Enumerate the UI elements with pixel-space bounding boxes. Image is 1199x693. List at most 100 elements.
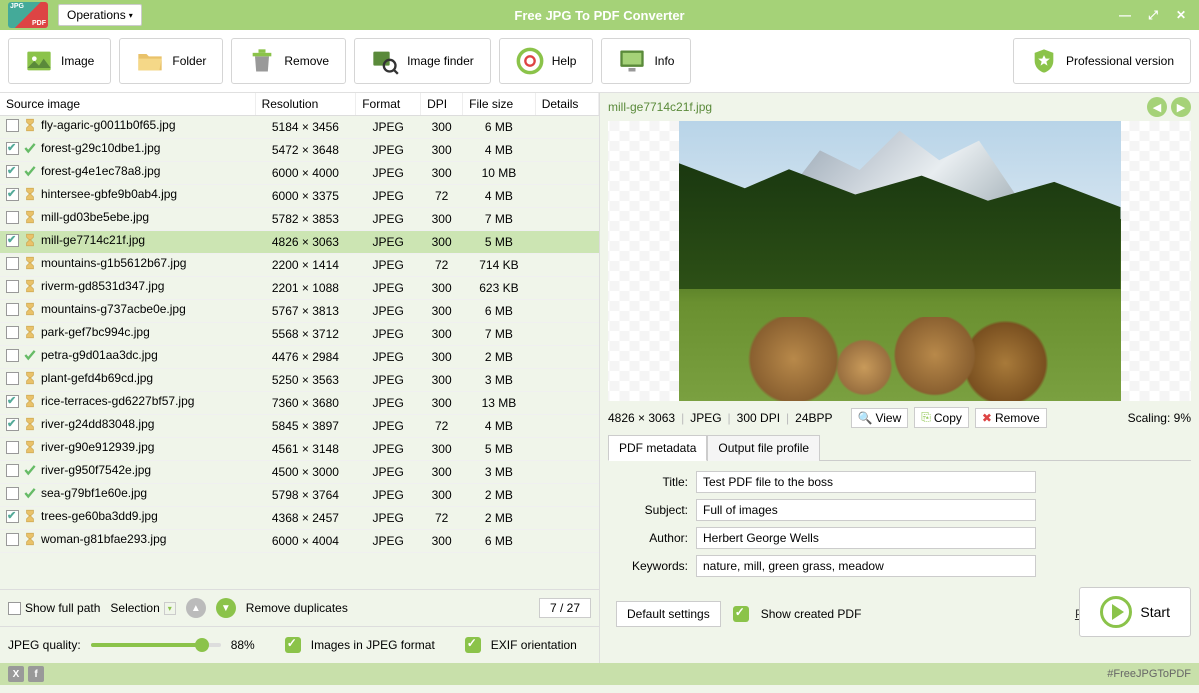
col-format[interactable]: Format — [356, 93, 421, 116]
keywords-input[interactable] — [696, 555, 1036, 577]
row-checkbox[interactable] — [6, 372, 19, 385]
row-checkbox[interactable] — [6, 188, 19, 201]
hourglass-icon — [23, 187, 37, 201]
twitter-icon[interactable]: X — [8, 666, 24, 682]
move-up-button[interactable]: ▲ — [186, 598, 206, 618]
row-checkbox[interactable] — [6, 165, 19, 178]
hourglass-icon — [23, 394, 37, 408]
next-image-button[interactable]: ▶ — [1171, 97, 1191, 117]
row-checkbox[interactable] — [6, 464, 19, 477]
row-checkbox[interactable] — [6, 211, 19, 224]
view-button[interactable]: 🔍View — [851, 408, 909, 428]
hourglass-icon — [23, 256, 37, 270]
col-resolution[interactable]: Resolution — [255, 93, 356, 116]
help-button[interactable]: Help — [499, 38, 594, 84]
hourglass-icon — [23, 417, 37, 431]
start-button[interactable]: Start — [1079, 587, 1191, 637]
operations-menu[interactable]: Operations — [58, 4, 142, 26]
col-filesize[interactable]: File size — [463, 93, 536, 116]
row-checkbox[interactable] — [6, 533, 19, 546]
images-jpeg-checkbox[interactable] — [285, 637, 301, 653]
remove-button[interactable]: Remove — [231, 38, 346, 84]
image-finder-button[interactable]: Image finder — [354, 38, 491, 84]
col-source[interactable]: Source image — [0, 93, 255, 116]
file-name: forest-g29c10dbe1.jpg — [41, 141, 160, 155]
table-row[interactable]: fly-agaric-g0011b0f65.jpg5184 × 3456JPEG… — [0, 116, 599, 139]
tab-output-profile[interactable]: Output file profile — [707, 435, 820, 461]
move-down-button[interactable]: ▼ — [216, 598, 236, 618]
row-checkbox[interactable] — [6, 441, 19, 454]
selection-menu[interactable]: Selection▾ — [110, 601, 175, 615]
subject-input[interactable] — [696, 499, 1036, 521]
table-row[interactable]: mountains-g737acbe0e.jpg5767 × 3813JPEG3… — [0, 300, 599, 323]
facebook-icon[interactable]: f — [28, 666, 44, 682]
table-row[interactable]: trees-ge60ba3dd9.jpg4368 × 2457JPEG722 M… — [0, 507, 599, 530]
title-label: Title: — [618, 475, 688, 489]
delete-icon: ✖ — [982, 411, 992, 425]
table-row[interactable]: river-g24dd83048.jpg5845 × 3897JPEG724 M… — [0, 415, 599, 438]
add-image-button[interactable]: Image — [8, 38, 111, 84]
prev-image-button[interactable]: ◀ — [1147, 97, 1167, 117]
author-input[interactable] — [696, 527, 1036, 549]
file-name: plant-gefd4b69cd.jpg — [41, 371, 153, 385]
maximize-icon[interactable]: ⤢ — [1143, 5, 1163, 25]
add-folder-button[interactable]: Folder — [119, 38, 223, 84]
jpeg-quality-slider[interactable] — [91, 643, 221, 647]
show-created-pdf-checkbox[interactable] — [733, 606, 749, 622]
ready-icon — [23, 348, 37, 362]
hashtag-label: #FreeJPGToPDF — [1107, 668, 1191, 680]
table-row[interactable]: riverm-gd8531d347.jpg2201 × 1088JPEG3006… — [0, 277, 599, 300]
table-row[interactable]: river-g950f7542e.jpg4500 × 3000JPEG3003 … — [0, 461, 599, 484]
file-name: forest-g4e1ec78a8.jpg — [41, 164, 160, 178]
table-row[interactable]: rice-terraces-gd6227bf57.jpg7360 × 3680J… — [0, 392, 599, 415]
table-row[interactable]: mill-ge7714c21f.jpg4826 × 3063JPEG3005 M… — [0, 231, 599, 254]
row-checkbox[interactable] — [6, 349, 19, 362]
professional-version-button[interactable]: Professional version — [1013, 38, 1191, 84]
magnifier-icon: 🔍 — [858, 411, 873, 425]
row-checkbox[interactable] — [6, 280, 19, 293]
tab-pdf-metadata[interactable]: PDF metadata — [608, 435, 707, 461]
row-checkbox[interactable] — [6, 326, 19, 339]
show-full-path-toggle[interactable]: Show full path — [8, 601, 100, 615]
table-row[interactable]: park-gef7bc994c.jpg5568 × 3712JPEG3007 M… — [0, 323, 599, 346]
close-icon[interactable]: ✕ — [1171, 5, 1191, 25]
ready-icon — [23, 463, 37, 477]
table-row[interactable]: mill-gd03be5ebe.jpg5782 × 3853JPEG3007 M… — [0, 208, 599, 231]
row-checkbox[interactable] — [6, 487, 19, 500]
hourglass-icon — [23, 325, 37, 339]
table-row[interactable]: petra-g9d01aa3dc.jpg4476 × 2984JPEG3002 … — [0, 346, 599, 369]
table-row[interactable]: hintersee-gbfe9b0ab4.jpg6000 × 3375JPEG7… — [0, 185, 599, 208]
info-button[interactable]: Info — [601, 38, 691, 84]
jpeg-quality-value: 88% — [231, 638, 255, 652]
table-row[interactable]: forest-g29c10dbe1.jpg5472 × 3648JPEG3004… — [0, 139, 599, 162]
row-checkbox[interactable] — [6, 395, 19, 408]
row-checkbox[interactable] — [6, 142, 19, 155]
col-details[interactable]: Details — [535, 93, 598, 116]
remove-preview-button[interactable]: ✖Remove — [975, 408, 1047, 428]
row-checkbox[interactable] — [6, 510, 19, 523]
copy-button[interactable]: ⎘Copy — [914, 407, 969, 428]
table-row[interactable]: sea-g79bf1e60e.jpg5798 × 3764JPEG3002 MB — [0, 484, 599, 507]
remove-duplicates-button[interactable]: Remove duplicates — [246, 601, 348, 615]
ready-icon — [23, 486, 37, 500]
file-name: sea-g79bf1e60e.jpg — [41, 486, 147, 500]
hourglass-icon — [23, 371, 37, 385]
title-input[interactable] — [696, 471, 1036, 493]
col-dpi[interactable]: DPI — [421, 93, 463, 116]
keywords-label: Keywords: — [618, 559, 688, 573]
file-name: hintersee-gbfe9b0ab4.jpg — [41, 187, 177, 201]
row-checkbox[interactable] — [6, 257, 19, 270]
row-checkbox[interactable] — [6, 234, 19, 247]
table-row[interactable]: river-g90e912939.jpg4561 × 3148JPEG3005 … — [0, 438, 599, 461]
exif-checkbox[interactable] — [465, 637, 481, 653]
row-checkbox[interactable] — [6, 119, 19, 132]
table-row[interactable]: woman-g81bfae293.jpg6000 × 4004JPEG3006 … — [0, 530, 599, 553]
folder-icon — [136, 47, 164, 75]
table-row[interactable]: plant-gefd4b69cd.jpg5250 × 3563JPEG3003 … — [0, 369, 599, 392]
row-checkbox[interactable] — [6, 303, 19, 316]
minimize-icon[interactable]: — — [1115, 5, 1135, 25]
file-name: mill-ge7714c21f.jpg — [41, 233, 145, 247]
table-row[interactable]: forest-g4e1ec78a8.jpg6000 × 4000JPEG3001… — [0, 162, 599, 185]
row-checkbox[interactable] — [6, 418, 19, 431]
table-row[interactable]: mountains-g1b5612b67.jpg2200 × 1414JPEG7… — [0, 254, 599, 277]
